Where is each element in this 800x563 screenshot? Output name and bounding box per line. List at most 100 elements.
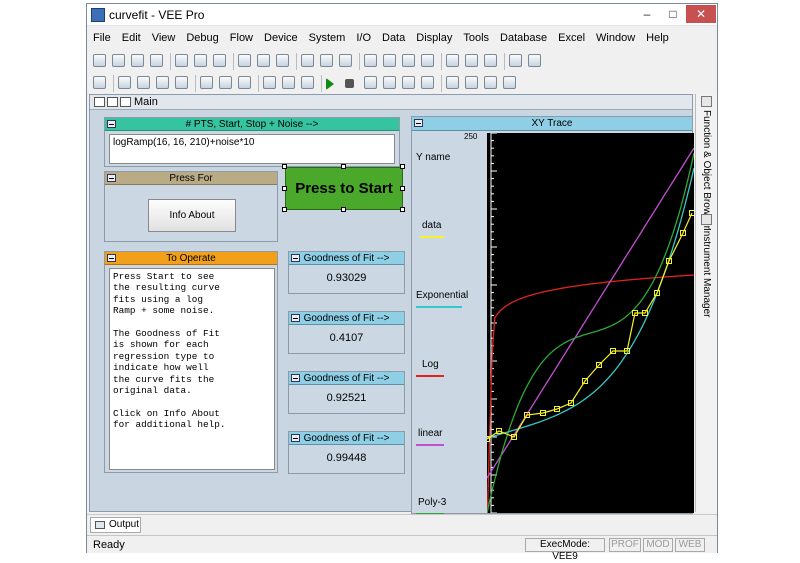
exponential-fit-curve bbox=[486, 167, 695, 439]
restore-icon[interactable] bbox=[107, 97, 118, 107]
menu-system[interactable]: System bbox=[303, 28, 351, 44]
menu-data[interactable]: Data bbox=[376, 28, 410, 44]
globe-icon[interactable] bbox=[509, 54, 522, 67]
selection-handle[interactable] bbox=[400, 207, 405, 212]
cut-icon[interactable] bbox=[175, 54, 188, 67]
maximize-icon[interactable] bbox=[120, 97, 131, 107]
selection-handle[interactable] bbox=[282, 164, 287, 169]
log-fit-curve bbox=[486, 274, 695, 527]
delete-icon[interactable] bbox=[276, 54, 289, 67]
copy-icon[interactable] bbox=[194, 54, 207, 67]
layout-icon[interactable] bbox=[484, 54, 497, 67]
menu-view[interactable]: View bbox=[146, 28, 181, 44]
detail-icon[interactable] bbox=[175, 76, 188, 89]
clipboard-icon[interactable] bbox=[301, 76, 314, 89]
function-icon[interactable] bbox=[364, 54, 377, 67]
find-icon[interactable] bbox=[301, 54, 314, 67]
selection-handle[interactable] bbox=[341, 164, 346, 169]
paste-icon[interactable] bbox=[213, 54, 226, 67]
info-about-button[interactable]: Info About bbox=[148, 199, 236, 232]
play-icon[interactable] bbox=[326, 78, 334, 90]
lock-icon[interactable] bbox=[446, 76, 459, 89]
minimize-icon[interactable] bbox=[414, 119, 423, 127]
menu-database[interactable]: Database bbox=[494, 28, 552, 44]
step-out-icon[interactable] bbox=[421, 76, 434, 89]
view-icon[interactable] bbox=[156, 76, 169, 89]
tile-icon[interactable] bbox=[402, 54, 415, 67]
maximize-button[interactable]: □ bbox=[661, 5, 685, 23]
menu-excel[interactable]: Excel bbox=[552, 28, 590, 44]
goodness-title: Goodness of Fit --> bbox=[303, 313, 390, 324]
menu-file[interactable]: File bbox=[87, 28, 116, 44]
output-tab[interactable]: Output bbox=[90, 517, 141, 533]
config-icon[interactable] bbox=[503, 76, 516, 89]
minimize-icon[interactable] bbox=[107, 254, 116, 262]
step-icon[interactable] bbox=[383, 76, 396, 89]
goodness-of-fit-display: Goodness of Fit --> 0.93029 bbox=[288, 251, 405, 294]
menu-edit[interactable]: Edit bbox=[116, 28, 146, 44]
minimize-icon[interactable] bbox=[107, 120, 116, 128]
save-icon[interactable] bbox=[131, 54, 144, 67]
selection-handle[interactable] bbox=[341, 207, 346, 212]
minimize-icon[interactable] bbox=[291, 434, 300, 442]
properties-icon[interactable] bbox=[465, 54, 478, 67]
window-menu-icon[interactable] bbox=[94, 97, 105, 107]
minimize-button[interactable]: – bbox=[635, 5, 659, 23]
sum-icon[interactable] bbox=[93, 76, 106, 89]
graph-icon[interactable] bbox=[200, 76, 213, 89]
menu-display[interactable]: Display bbox=[410, 28, 457, 44]
menu-window[interactable]: Window bbox=[590, 28, 640, 44]
print-icon[interactable] bbox=[150, 54, 163, 67]
plot-canvas bbox=[484, 132, 695, 527]
network-icon[interactable] bbox=[528, 54, 541, 67]
object-icon[interactable] bbox=[118, 76, 131, 89]
pause-icon[interactable] bbox=[364, 76, 377, 89]
selection-handle[interactable] bbox=[282, 185, 287, 191]
menu-flow[interactable]: Flow bbox=[224, 28, 258, 44]
minimize-icon[interactable] bbox=[291, 254, 300, 262]
settings-icon[interactable] bbox=[320, 54, 333, 67]
goodness-value: 0.99448 bbox=[326, 452, 367, 464]
instrument-manager-tab[interactable]: Instrument Manager bbox=[701, 228, 712, 318]
redo-icon[interactable] bbox=[257, 54, 270, 67]
align-icon[interactable] bbox=[446, 54, 459, 67]
selection-handle[interactable] bbox=[400, 185, 405, 191]
minimize-icon[interactable] bbox=[107, 174, 116, 182]
function-browser-tab[interactable]: Function & Object Browser bbox=[701, 110, 712, 229]
stop-icon[interactable] bbox=[345, 79, 354, 88]
undo-icon[interactable] bbox=[238, 54, 251, 67]
new-icon[interactable] bbox=[93, 54, 106, 67]
link-icon[interactable] bbox=[263, 76, 276, 89]
step-into-icon[interactable] bbox=[402, 76, 415, 89]
menu-device[interactable]: Device bbox=[258, 28, 303, 44]
menu-io[interactable]: I/O bbox=[350, 28, 376, 44]
menu-tools[interactable]: Tools bbox=[457, 28, 494, 44]
zoom-icon[interactable] bbox=[339, 54, 352, 67]
trend-icon[interactable] bbox=[238, 76, 251, 89]
menu-help[interactable]: Help bbox=[640, 28, 674, 44]
monitor-icon[interactable] bbox=[465, 76, 478, 89]
menu-debug[interactable]: Debug bbox=[180, 28, 223, 44]
instrument-icon[interactable] bbox=[484, 76, 497, 89]
to-operate-header: To Operate bbox=[105, 252, 277, 265]
plot-area[interactable] bbox=[484, 132, 695, 527]
cancel-icon[interactable] bbox=[282, 76, 295, 89]
open-icon[interactable] bbox=[112, 54, 125, 67]
formula-input[interactable]: logRamp(16, 16, 210)+noise*10 bbox=[109, 134, 395, 164]
chart-icon[interactable] bbox=[383, 54, 396, 67]
bar-icon[interactable] bbox=[219, 76, 232, 89]
legend-line-exponential bbox=[416, 306, 462, 308]
minimize-icon[interactable] bbox=[291, 374, 300, 382]
selection-handle[interactable] bbox=[400, 164, 405, 169]
grid-icon[interactable] bbox=[421, 54, 434, 67]
toolbar-separator bbox=[113, 75, 114, 92]
close-button[interactable]: ✕ bbox=[686, 5, 716, 23]
goodness-value: 0.93029 bbox=[326, 272, 367, 284]
panel-icon[interactable] bbox=[137, 76, 150, 89]
selection-handle[interactable] bbox=[282, 207, 287, 212]
start-button[interactable]: Press to Start bbox=[285, 167, 403, 210]
goodness-of-fit-display: Goodness of Fit --> 0.92521 bbox=[288, 371, 405, 414]
minimize-icon[interactable] bbox=[291, 314, 300, 322]
